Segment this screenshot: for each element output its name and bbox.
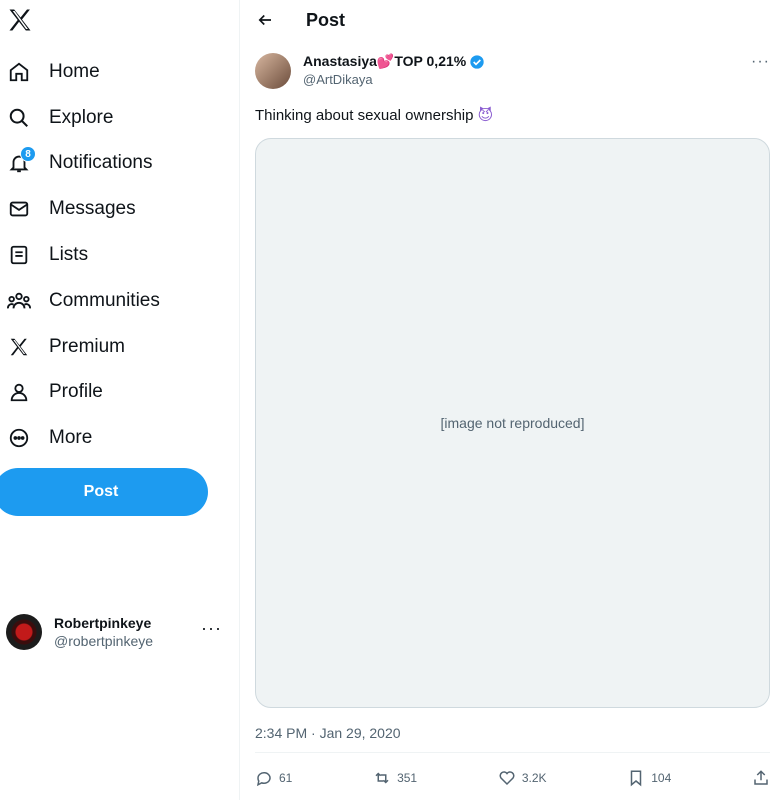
nav-more[interactable]: More (0, 415, 240, 461)
media-placeholder-label: [image not reproduced] (440, 415, 585, 431)
action-bar: 61 351 3.2K 104 (255, 764, 770, 792)
nav-profile[interactable]: Profile (0, 370, 240, 416)
repost-count: 351 (397, 771, 418, 785)
nav-premium-label: Premium (49, 335, 126, 357)
envelope-icon (6, 196, 32, 222)
repost-button[interactable]: 351 (373, 769, 417, 787)
post-more-icon[interactable]: ··· (751, 53, 770, 71)
like-count: 3.2K (521, 771, 547, 785)
post-timestamp[interactable]: 2:34 PM · Jan 29, 2020 (255, 725, 401, 741)
author-name[interactable]: Anastasiya💕TOP 0,21% (303, 53, 466, 70)
bookmark-icon (630, 770, 642, 787)
nav-premium[interactable]: Premium (0, 324, 240, 370)
notification-badge: 8 (20, 146, 36, 163)
communities-icon (6, 288, 32, 314)
top-bar: Post (240, 0, 775, 40)
post-media-placeholder[interactable]: [image not reproduced] (255, 138, 770, 708)
account-more-icon[interactable]: ··· (201, 618, 222, 639)
nav-more-label: More (49, 427, 93, 449)
reply-button[interactable]: 61 (255, 769, 292, 787)
nav-lists[interactable]: Lists (0, 232, 240, 278)
main-column: Post Anastasiya💕TOP 0,21% @ArtDikaya ···… (240, 0, 775, 800)
bell-icon: 8 (6, 146, 36, 176)
nav-explore-label: Explore (49, 106, 114, 128)
bookmark-button[interactable]: 104 (627, 769, 671, 787)
app: Home Explore 8 Notifications Messages Li… (0, 0, 775, 800)
account-avatar (6, 614, 42, 650)
sidebar: Home Explore 8 Notifications Messages Li… (0, 0, 240, 800)
share-button[interactable] (752, 769, 770, 787)
account-text: Robertpinkeye @robertpinkeye (54, 615, 153, 649)
author-names: Anastasiya💕TOP 0,21% @ArtDikaya (303, 53, 485, 93)
nav-profile-label: Profile (49, 381, 103, 403)
like-button[interactable]: 3.2K (498, 769, 547, 787)
search-icon (6, 105, 32, 131)
page-title: Post (306, 9, 346, 30)
post-text-body: Thinking about sexual ownership (255, 107, 474, 124)
account-switcher[interactable]: Robertpinkeye @robertpinkeye ··· (6, 608, 234, 656)
post-header: Anastasiya💕TOP 0,21% @ArtDikaya ··· (255, 53, 770, 93)
nav-communities[interactable]: Communities (0, 278, 240, 324)
share-icon (754, 770, 768, 785)
author-avatar[interactable] (255, 53, 291, 89)
nav-list: Home Explore 8 Notifications Messages Li… (0, 49, 240, 461)
nav-communities-label: Communities (49, 289, 160, 311)
nav-messages[interactable]: Messages (0, 186, 240, 232)
repost-icon (375, 772, 389, 784)
account-name: Robertpinkeye (54, 615, 152, 631)
heart-icon (499, 771, 515, 786)
person-icon (6, 379, 32, 405)
author-name-row: Anastasiya💕TOP 0,21% (303, 53, 485, 70)
x-logo-icon[interactable] (6, 6, 34, 34)
account-handle: @robertpinkeye (54, 633, 154, 649)
nav-home[interactable]: Home (0, 49, 240, 95)
home-icon (6, 59, 32, 85)
reply-count: 61 (279, 771, 293, 785)
nav-notifications-label: Notifications (49, 152, 153, 174)
post-text: Thinking about sexual ownership 😈 (255, 106, 493, 124)
list-icon (6, 242, 32, 268)
devil-emoji: 😈 (477, 107, 494, 124)
nav-explore[interactable]: Explore (0, 95, 240, 141)
divider (255, 752, 770, 753)
nav-home-label: Home (49, 60, 100, 82)
nav-notifications[interactable]: 8 Notifications (0, 141, 240, 187)
reply-icon (256, 772, 271, 787)
back-arrow-icon[interactable] (255, 10, 275, 30)
nav-lists-label: Lists (49, 244, 89, 266)
nav-messages-label: Messages (49, 198, 136, 220)
post-button[interactable]: Post (0, 468, 208, 516)
more-circle-icon (6, 425, 32, 451)
verified-badge-icon (470, 54, 484, 69)
bookmark-count: 104 (651, 771, 672, 785)
author-handle[interactable]: @ArtDikaya (303, 72, 485, 87)
x-logo-icon (6, 334, 32, 360)
